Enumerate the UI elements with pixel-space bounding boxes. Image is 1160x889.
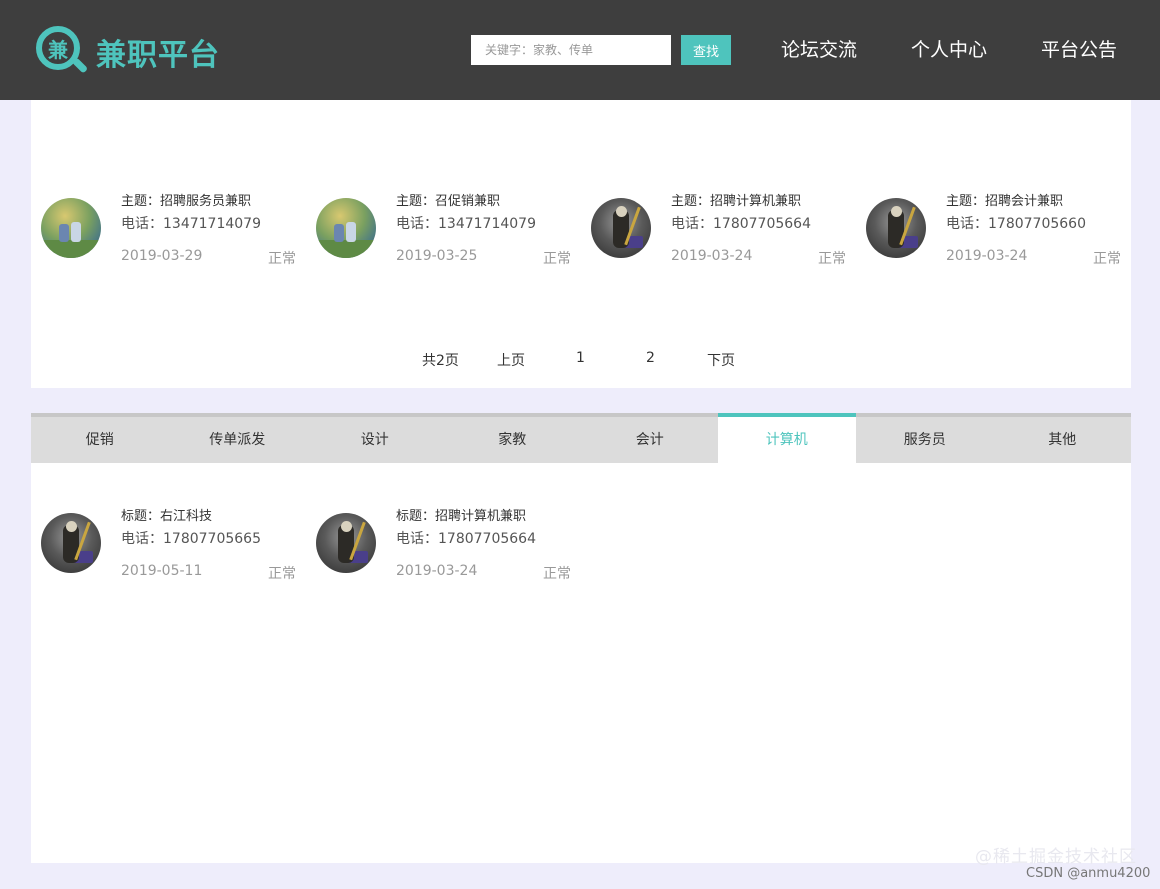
job-title: 标题：招聘计算机兼职 bbox=[396, 509, 527, 524]
job-date: 2019-03-24 bbox=[946, 248, 1028, 264]
watermark-juejin: @稀土掘金技术社区 bbox=[975, 847, 1137, 867]
tab-computer[interactable]: 计算机 bbox=[718, 413, 856, 463]
tab-design[interactable]: 设计 bbox=[306, 417, 444, 463]
kids-avatar bbox=[316, 198, 376, 258]
job-date: 2019-03-24 bbox=[396, 563, 478, 579]
job-phone: 电话：17807705660 bbox=[946, 216, 1086, 232]
job-status: 正常 bbox=[543, 566, 571, 582]
job-date: 2019-05-11 bbox=[121, 563, 203, 579]
job-date: 2019-03-24 bbox=[671, 248, 753, 264]
kids-avatar bbox=[41, 198, 101, 258]
job-title: 标题：右江科技 bbox=[121, 509, 213, 524]
job-card[interactable]: 主题：招聘会计兼职 电话：17807705660 2019-03-24 正常 bbox=[856, 194, 1131, 278]
warrior-avatar bbox=[866, 198, 926, 258]
magnifier-logo-icon: 兼 bbox=[36, 26, 89, 78]
job-status: 正常 bbox=[1093, 251, 1121, 267]
nav-personal-center[interactable]: 个人中心 bbox=[911, 36, 987, 64]
warrior-avatar bbox=[591, 198, 651, 258]
job-phone: 电话：13471714079 bbox=[121, 216, 261, 232]
pager-page-1[interactable]: 1 bbox=[576, 350, 585, 366]
nav-announcements[interactable]: 平台公告 bbox=[1041, 36, 1117, 64]
category-tabs: 促销 传单派发 设计 家教 会计 计算机 服务员 其他 bbox=[31, 413, 1131, 463]
watermark-csdn: CSDN @anmu4200 bbox=[1026, 866, 1151, 881]
job-card[interactable]: 主题：召促销兼职 电话：13471714079 2019-03-25 正常 bbox=[306, 194, 581, 278]
search-button[interactable]: 查找 bbox=[681, 35, 731, 65]
job-status: 正常 bbox=[543, 251, 571, 267]
pager-total: 共2页 bbox=[422, 353, 459, 369]
job-phone: 电话：17807705664 bbox=[396, 531, 536, 547]
pager-prev[interactable]: 上页 bbox=[497, 350, 525, 370]
warrior-avatar bbox=[316, 513, 376, 573]
job-date: 2019-03-29 bbox=[121, 248, 203, 264]
job-phone: 电话：17807705665 bbox=[121, 531, 261, 547]
logo-text: 兼职平台 bbox=[96, 38, 220, 73]
top-header: 兼 兼职平台 查找 论坛交流 个人中心 平台公告 bbox=[0, 0, 1160, 100]
logo[interactable]: 兼 兼职平台 bbox=[36, 26, 220, 78]
tab-waiter[interactable]: 服务员 bbox=[856, 417, 994, 463]
job-card[interactable]: 主题：招聘服务员兼职 电话：13471714079 2019-03-29 正常 bbox=[31, 194, 306, 278]
tab-tutor[interactable]: 家教 bbox=[444, 417, 582, 463]
tab-other[interactable]: 其他 bbox=[994, 417, 1132, 463]
job-card[interactable]: 标题：招聘计算机兼职 电话：17807705664 2019-03-24 正常 bbox=[306, 509, 581, 593]
warrior-avatar bbox=[41, 513, 101, 573]
job-date: 2019-03-25 bbox=[396, 248, 478, 264]
job-list-panel: 主题：招聘服务员兼职 电话：13471714079 2019-03-29 正常 … bbox=[31, 100, 1131, 388]
nav-forum[interactable]: 论坛交流 bbox=[781, 36, 857, 64]
job-title: 主题：招聘计算机兼职 bbox=[671, 194, 802, 209]
job-status: 正常 bbox=[268, 566, 296, 582]
pager-next[interactable]: 下页 bbox=[707, 350, 735, 370]
job-title: 主题：召促销兼职 bbox=[396, 194, 501, 209]
job-status: 正常 bbox=[818, 251, 846, 267]
job-phone: 电话：17807705664 bbox=[671, 216, 811, 232]
job-card[interactable]: 主题：招聘计算机兼职 电话：17807705664 2019-03-24 正常 bbox=[581, 194, 856, 278]
job-card[interactable]: 标题：右江科技 电话：17807705665 2019-05-11 正常 bbox=[31, 509, 306, 593]
job-status: 正常 bbox=[268, 251, 296, 267]
category-panel: 促销 传单派发 设计 家教 会计 计算机 服务员 其他 标题：右江科技 电话：1… bbox=[31, 413, 1131, 863]
job-title: 主题：招聘服务员兼职 bbox=[121, 194, 252, 209]
tab-flyer[interactable]: 传单派发 bbox=[169, 417, 307, 463]
pager-page-2[interactable]: 2 bbox=[646, 350, 655, 366]
job-phone: 电话：13471714079 bbox=[396, 216, 536, 232]
tab-accounting[interactable]: 会计 bbox=[581, 417, 719, 463]
search-input[interactable] bbox=[471, 35, 671, 65]
job-title: 主题：招聘会计兼职 bbox=[946, 194, 1064, 209]
tab-promotion[interactable]: 促销 bbox=[31, 417, 169, 463]
